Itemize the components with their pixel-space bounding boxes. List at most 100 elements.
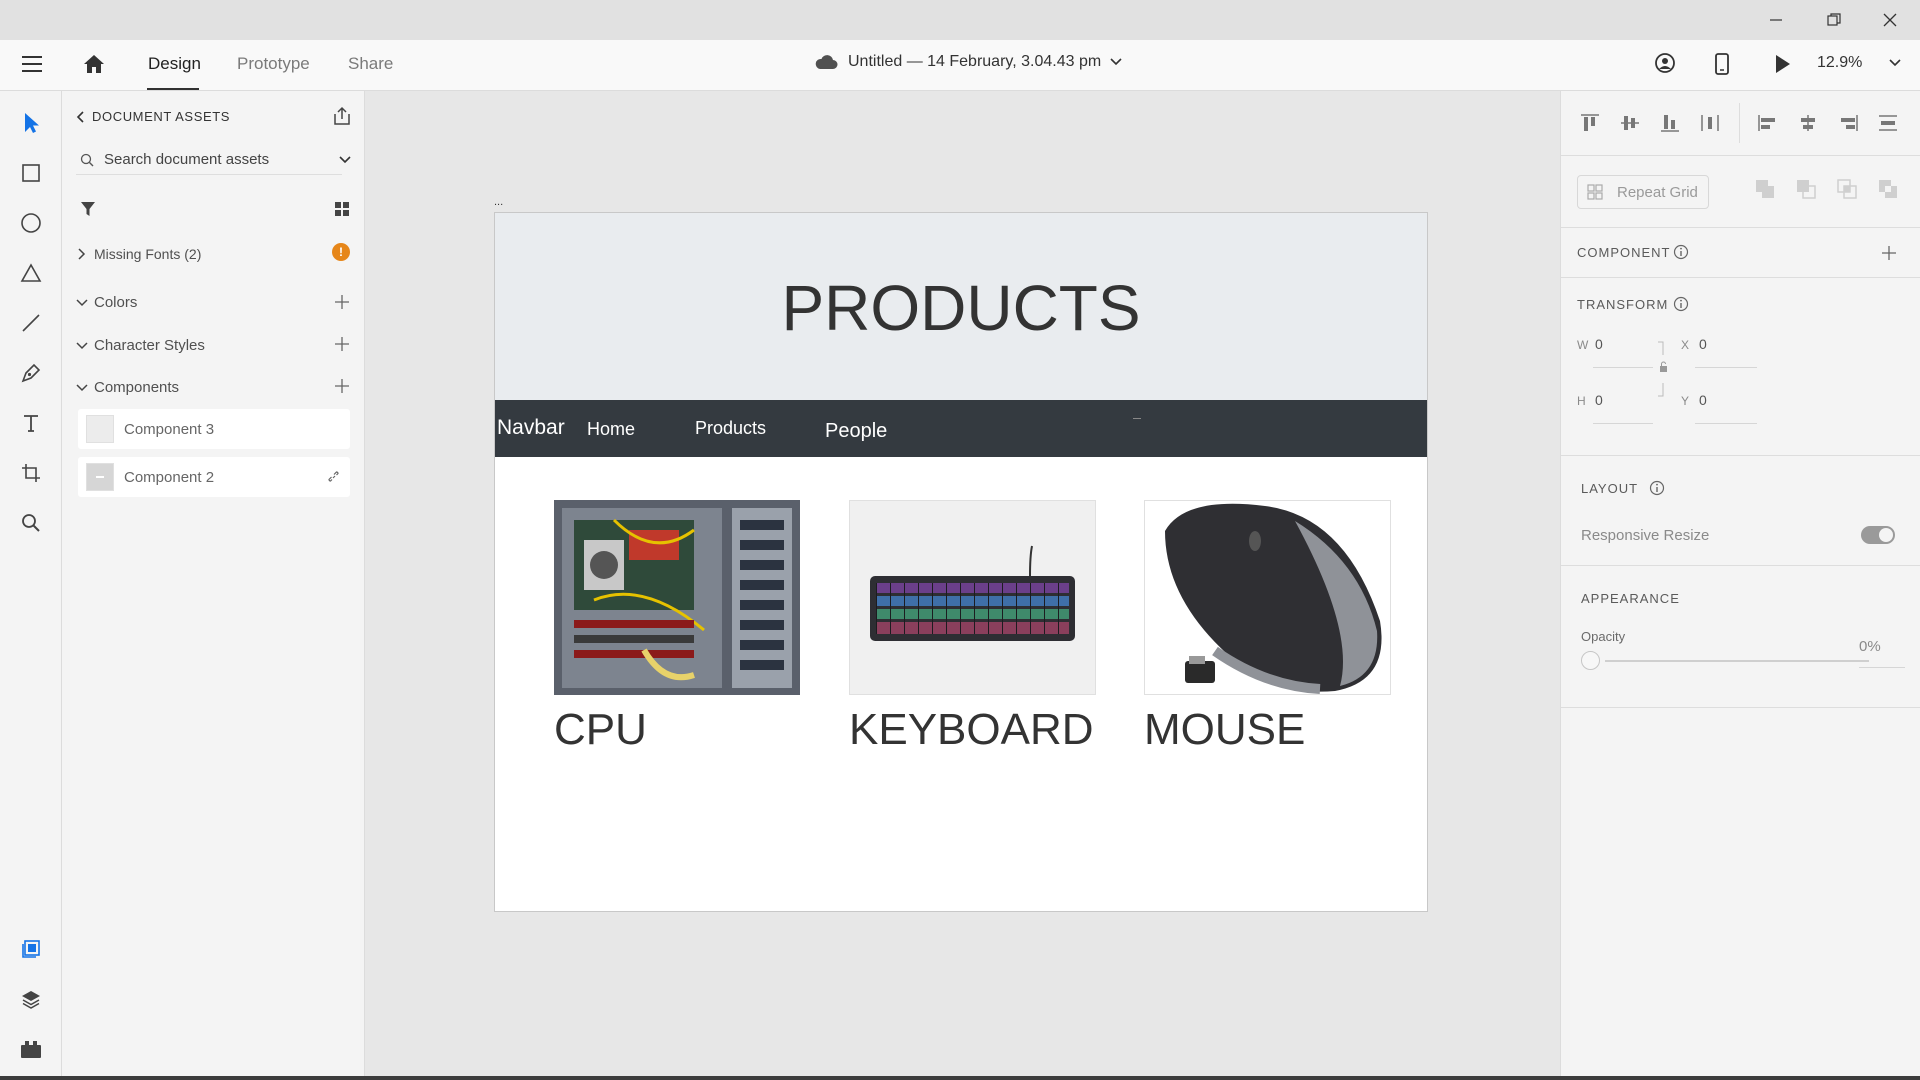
search-filter-dropdown[interactable] xyxy=(338,155,352,165)
nav-link-products[interactable]: Products xyxy=(695,418,766,439)
device-preview-button[interactable] xyxy=(1714,52,1730,76)
document-title-dropdown[interactable]: Untitled — 14 February, 3.04.43 pm xyxy=(814,53,1123,71)
export-assets-button[interactable] xyxy=(332,106,352,126)
ellipse-tool[interactable] xyxy=(15,207,47,239)
add-color-button[interactable] xyxy=(334,294,350,310)
add-character-style-button[interactable] xyxy=(334,336,350,352)
opacity-value[interactable]: 0% xyxy=(1859,638,1881,655)
line-tool[interactable] xyxy=(15,307,47,339)
filter-button[interactable] xyxy=(80,201,96,217)
product-label-cpu: CPU xyxy=(554,705,647,754)
info-icon[interactable] xyxy=(1673,244,1689,260)
layers-panel-toggle[interactable] xyxy=(15,983,47,1015)
repeat-grid-button[interactable]: Repeat Grid xyxy=(1577,175,1709,209)
polygon-tool[interactable] xyxy=(15,257,47,289)
nav-link-home[interactable]: Home xyxy=(587,419,635,440)
distribute-horizontal-icon[interactable] xyxy=(1877,113,1899,133)
responsive-resize-toggle[interactable] xyxy=(1861,526,1895,544)
export-icon xyxy=(334,106,350,125)
add-component-button[interactable] xyxy=(334,378,350,394)
product-image-cpu[interactable] xyxy=(554,500,800,695)
exclude-boolean-icon[interactable] xyxy=(1878,179,1899,200)
opacity-slider-handle[interactable] xyxy=(1581,651,1600,670)
tab-share[interactable]: Share xyxy=(348,54,393,74)
grid-view-icon xyxy=(335,202,349,216)
pen-tool[interactable] xyxy=(15,357,47,389)
responsive-resize-label: Responsive Resize xyxy=(1581,527,1710,544)
y-value[interactable]: 0 xyxy=(1699,392,1707,408)
plus-icon[interactable] xyxy=(1881,245,1897,261)
product-image-keyboard[interactable] xyxy=(849,500,1096,695)
artboard-icon xyxy=(22,464,40,482)
hamburger-menu-button[interactable] xyxy=(20,54,44,74)
share-for-review-button[interactable] xyxy=(1654,52,1678,76)
layers-icon xyxy=(22,991,40,1009)
line-icon xyxy=(22,314,40,332)
component-item[interactable]: Component 2 xyxy=(78,457,350,497)
tools-toolbar xyxy=(0,91,62,1076)
assets-panel-toggle[interactable] xyxy=(15,933,47,965)
close-window-button[interactable] xyxy=(1862,0,1918,40)
nav-link-people[interactable]: People xyxy=(825,420,887,443)
rectangle-tool[interactable] xyxy=(15,157,47,189)
search-icon xyxy=(22,514,40,532)
components-label: Components xyxy=(94,379,180,396)
restore-button[interactable] xyxy=(1806,0,1862,40)
navbar[interactable]: Navbar Home Products People xyxy=(495,400,1427,457)
align-middle-icon[interactable] xyxy=(1619,113,1641,133)
lock-aspect-icon[interactable] xyxy=(1657,341,1669,397)
add-boolean-icon[interactable] xyxy=(1755,179,1776,200)
opacity-slider-track[interactable] xyxy=(1605,660,1869,662)
divider xyxy=(1561,455,1920,456)
plus-icon xyxy=(335,337,349,351)
navbar-brand[interactable]: Navbar xyxy=(497,416,565,440)
text-tool[interactable] xyxy=(15,407,47,439)
zoom-dropdown[interactable]: 12.9% xyxy=(1817,54,1902,72)
repeat-grid-label: Repeat Grid xyxy=(1617,183,1698,201)
minimize-button[interactable] xyxy=(1748,0,1804,40)
divider xyxy=(1561,227,1920,228)
tab-prototype[interactable]: Prototype xyxy=(237,54,310,74)
artboard-name-label[interactable]: ... xyxy=(494,196,503,208)
search-assets-field[interactable]: Search document assets xyxy=(76,145,342,175)
align-bottom-icon[interactable] xyxy=(1659,113,1681,133)
zoom-tool[interactable] xyxy=(15,507,47,539)
intersect-boolean-icon[interactable] xyxy=(1837,179,1858,200)
missing-fonts-row[interactable]: Missing Fonts (2) xyxy=(76,246,201,262)
close-icon xyxy=(1883,13,1897,27)
align-center-icon[interactable] xyxy=(1797,113,1819,133)
artboard-tool[interactable] xyxy=(15,457,47,489)
components-section-header[interactable]: Components xyxy=(76,379,179,396)
width-value[interactable]: 0 xyxy=(1595,336,1603,352)
active-tab-indicator xyxy=(147,88,199,90)
colors-section-header[interactable]: Colors xyxy=(76,294,137,311)
page-heading: PRODUCTS xyxy=(781,272,1141,344)
distribute-vertical-icon[interactable] xyxy=(1699,113,1721,133)
subtract-boolean-icon[interactable] xyxy=(1796,179,1817,200)
grid-view-button[interactable] xyxy=(334,201,350,217)
tab-design[interactable]: Design xyxy=(148,54,201,74)
height-value[interactable]: 0 xyxy=(1595,392,1603,408)
align-right-icon[interactable] xyxy=(1837,113,1859,133)
assets-back-button[interactable]: DOCUMENT ASSETS xyxy=(76,109,230,124)
product-image-mouse[interactable] xyxy=(1144,500,1391,695)
component-item[interactable]: Component 3 xyxy=(78,409,350,449)
align-top-icon[interactable] xyxy=(1579,113,1601,133)
height-label: H xyxy=(1577,394,1586,408)
artboard[interactable]: PRODUCTS Navbar Home Products People CPU… xyxy=(494,212,1428,912)
character-styles-section-header[interactable]: Character Styles xyxy=(76,337,205,354)
plugins-panel-toggle[interactable] xyxy=(15,1033,47,1065)
divider xyxy=(1561,155,1920,156)
chevron-down-icon xyxy=(76,341,88,349)
x-value[interactable]: 0 xyxy=(1699,336,1707,352)
page-header-section[interactable]: PRODUCTS xyxy=(495,213,1427,400)
home-button[interactable] xyxy=(82,53,106,75)
info-icon[interactable] xyxy=(1673,296,1689,312)
component-name: Component 3 xyxy=(124,420,215,438)
play-preview-button[interactable] xyxy=(1774,54,1792,74)
pointer-icon xyxy=(25,113,39,133)
info-icon[interactable] xyxy=(1649,480,1665,496)
chevron-right-icon xyxy=(78,248,86,260)
select-tool[interactable] xyxy=(15,107,47,139)
align-left-icon[interactable] xyxy=(1757,113,1779,133)
